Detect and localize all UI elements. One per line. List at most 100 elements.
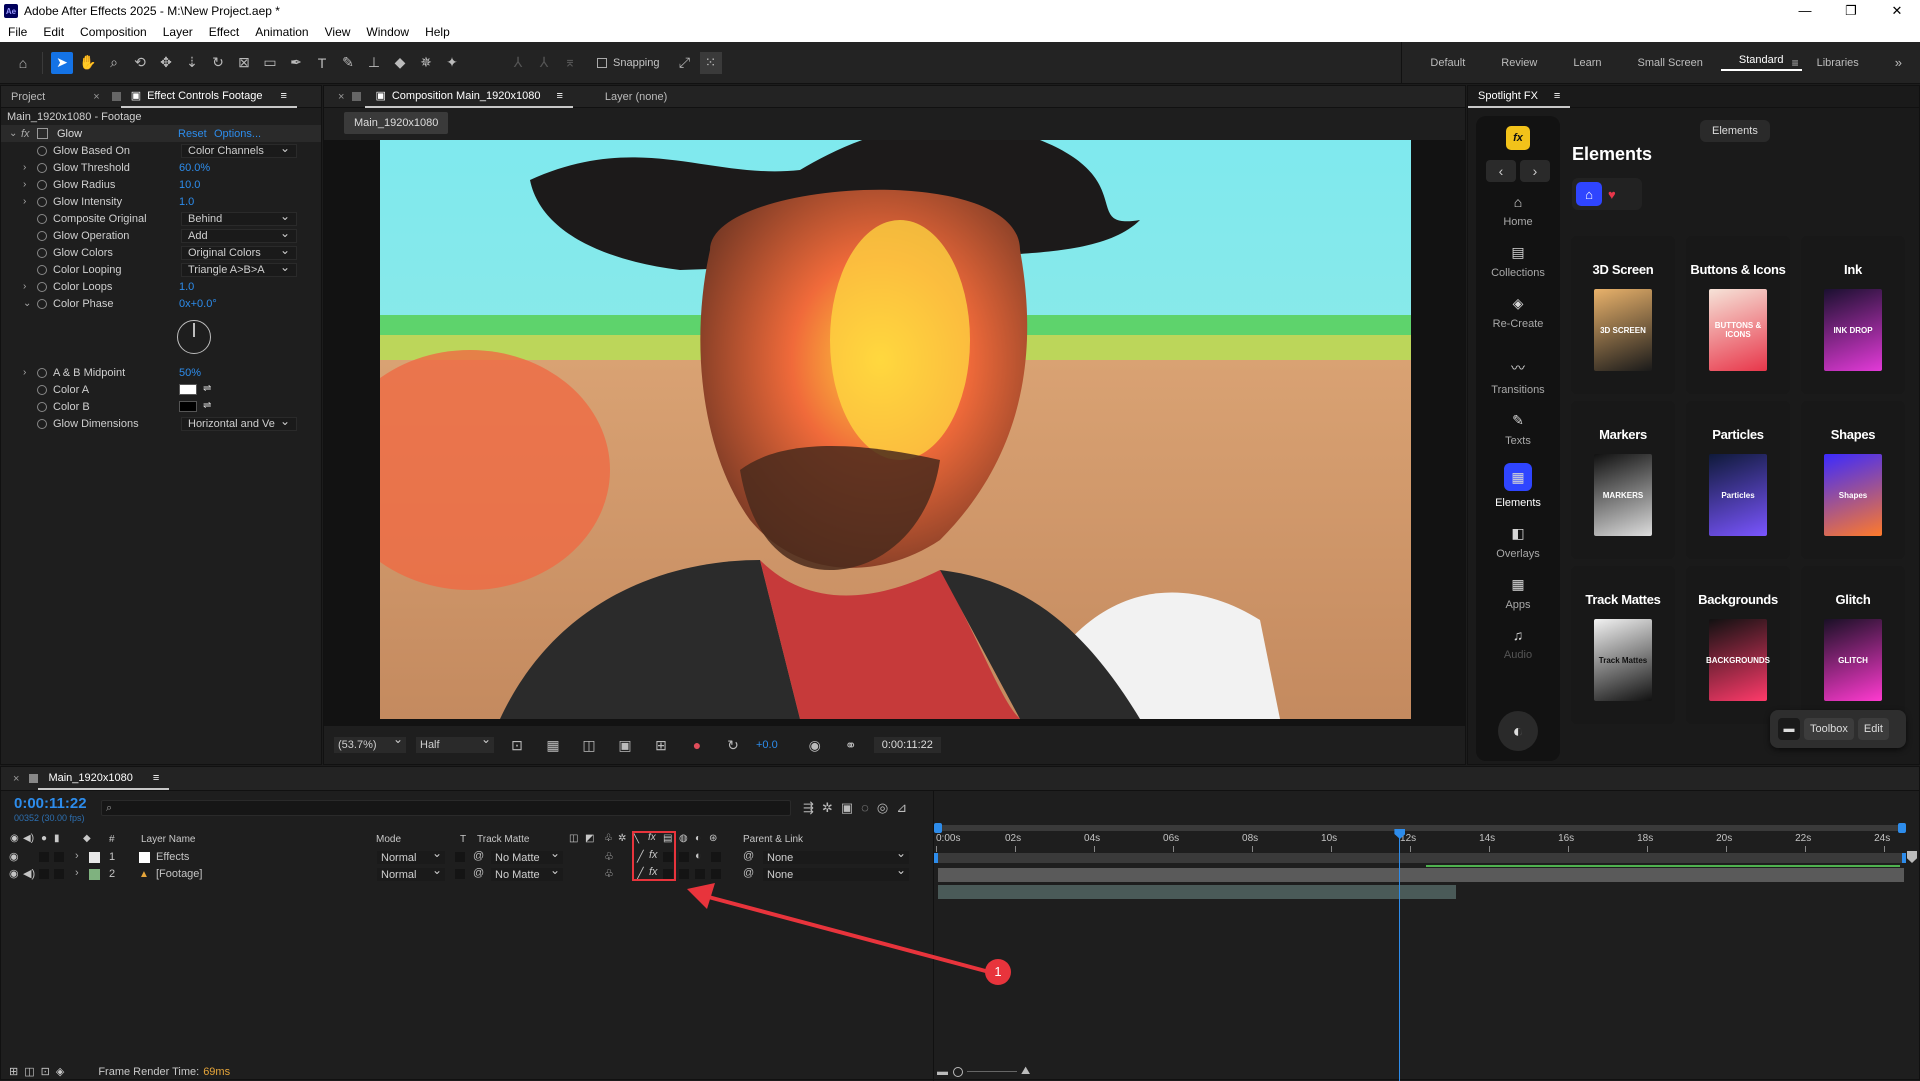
tab-spotlight-fx[interactable]: Spotlight FX ≡: [1468, 86, 1571, 108]
property-row[interactable]: › Glow Intensity 1.0: [1, 193, 321, 210]
sidebar-item-transitions[interactable]: 〰 Transitions: [1483, 358, 1553, 396]
snap-option-icon[interactable]: ⤢: [674, 52, 696, 74]
property-row[interactable]: Color A ⇌: [1, 381, 321, 398]
world-axis-icon[interactable]: ⅄: [533, 52, 555, 74]
close-icon[interactable]: ×: [338, 91, 344, 103]
zoom-tool-icon[interactable]: ⌕: [103, 52, 125, 74]
resolution-dropdown[interactable]: Half: [416, 732, 494, 753]
menu-composition[interactable]: Composition: [72, 25, 155, 39]
stopwatch-icon[interactable]: [37, 196, 47, 207]
snapping-checkbox[interactable]: [597, 57, 607, 68]
pen-tool-icon[interactable]: ✒: [285, 52, 307, 74]
color-channels-icon[interactable]: ●: [686, 734, 708, 756]
property-row[interactable]: Glow Operation Add: [1, 226, 321, 244]
element-card[interactable]: Shapes Shapes: [1801, 401, 1905, 559]
render-icon[interactable]: ⊞: [9, 1065, 18, 1078]
show-snapshot-icon[interactable]: ⚭: [840, 734, 862, 756]
zoom-dropdown[interactable]: (53.7%): [334, 732, 406, 753]
effect-glow-row[interactable]: ⌄ fx Glow Reset Options...: [1, 125, 321, 142]
property-dropdown[interactable]: Triangle A>B>A: [181, 260, 297, 277]
sidebar-item-texts[interactable]: ✎ Texts: [1483, 412, 1553, 447]
toggle-in-out-icon[interactable]: ◈: [56, 1065, 64, 1078]
property-dropdown[interactable]: Add: [181, 226, 297, 243]
element-card[interactable]: 3D Screen 3D SCREEN: [1571, 236, 1675, 394]
zoom-slider-knob[interactable]: [953, 1066, 963, 1077]
stopwatch-icon[interactable]: [37, 281, 47, 292]
color-phase-dial[interactable]: [177, 320, 211, 354]
nav-back-button[interactable]: ‹: [1486, 160, 1516, 182]
nav-forward-button[interactable]: ›: [1520, 160, 1550, 182]
menu-help[interactable]: Help: [417, 25, 458, 39]
property-row[interactable]: › A & B Midpoint 50%: [1, 364, 321, 381]
roto-brush-tool-icon[interactable]: ✵: [415, 52, 437, 74]
workspace-review[interactable]: Review: [1483, 57, 1555, 69]
sidebar-item-collections[interactable]: ▤ Collections: [1483, 244, 1553, 279]
property-value[interactable]: 1.0: [179, 196, 194, 208]
property-row[interactable]: › Color Loops 1.0: [1, 278, 321, 295]
reset-exposure-icon[interactable]: ↻: [722, 734, 744, 756]
toggle-modes-icon[interactable]: ⊡: [41, 1065, 50, 1078]
selection-tool-icon[interactable]: ➤: [51, 51, 73, 74]
rectangle-tool-icon[interactable]: ▭: [259, 52, 281, 74]
menu-file[interactable]: File: [0, 25, 35, 39]
eyedropper-icon[interactable]: ⇌: [203, 400, 211, 411]
property-dropdown[interactable]: Original Colors: [181, 243, 297, 260]
menu-view[interactable]: View: [317, 25, 359, 39]
workspace-libraries[interactable]: Libraries: [1799, 57, 1877, 69]
options-link[interactable]: Options...: [214, 128, 261, 140]
elements-tab-button[interactable]: Elements: [1700, 120, 1770, 142]
property-row[interactable]: Glow Based On Color Channels: [1, 141, 321, 159]
color-swatch[interactable]: [179, 401, 197, 412]
stopwatch-icon[interactable]: [37, 264, 47, 275]
user-avatar[interactable]: ◐: [1498, 711, 1538, 751]
menu-window[interactable]: Window: [358, 25, 417, 39]
chevron-right-icon[interactable]: ›: [23, 281, 26, 292]
tab-project[interactable]: Project ×: [1, 91, 110, 103]
home-icon[interactable]: ⌂: [12, 52, 34, 74]
element-card[interactable]: Glitch GLITCH: [1801, 566, 1905, 724]
sidebar-item-home[interactable]: ⌂ Home: [1483, 194, 1553, 228]
composition-viewer[interactable]: [324, 140, 1465, 726]
guides-icon[interactable]: ▣: [614, 734, 636, 756]
property-row[interactable]: Color Looping Triangle A>B>A: [1, 260, 321, 278]
toolbox-button[interactable]: Toolbox: [1804, 718, 1854, 740]
property-dropdown[interactable]: Horizontal and Ve: [181, 414, 297, 431]
close-button[interactable]: ✕: [1874, 3, 1920, 19]
element-card[interactable]: Ink INK DROP: [1801, 236, 1905, 394]
current-time-display[interactable]: 0:00:11:22: [873, 737, 941, 753]
orbit-tool-icon[interactable]: ⟲: [129, 52, 151, 74]
mask-path-icon[interactable]: ◫: [578, 734, 600, 756]
chevron-right-icon[interactable]: ›: [23, 196, 26, 207]
element-card[interactable]: Particles Particles: [1686, 401, 1790, 559]
panel-menu-icon[interactable]: ≡: [1554, 90, 1560, 102]
eraser-tool-icon[interactable]: ◆: [389, 52, 411, 74]
zoom-out-icon[interactable]: ▬: [937, 1066, 948, 1078]
stopwatch-icon[interactable]: [37, 367, 47, 378]
pan-tool-icon[interactable]: ✥: [155, 52, 177, 74]
chevron-right-icon[interactable]: ›: [23, 162, 26, 173]
element-card[interactable]: Markers MARKERS: [1571, 401, 1675, 559]
snapshot-icon[interactable]: ◉: [804, 734, 826, 756]
exposure-value[interactable]: +0.0: [756, 739, 778, 751]
sidebar-item-apps[interactable]: ▦ Apps: [1483, 576, 1553, 611]
sidebar-item-elements[interactable]: ▦ Elements: [1483, 463, 1553, 509]
property-value[interactable]: 10.0: [179, 179, 200, 191]
property-row[interactable]: Glow Colors Original Colors: [1, 243, 321, 261]
menu-animation[interactable]: Animation: [247, 25, 316, 39]
stopwatch-icon[interactable]: [37, 213, 47, 224]
local-axis-icon[interactable]: ⅄: [507, 52, 529, 74]
property-value[interactable]: 1.0: [179, 281, 194, 293]
chevron-right-icon[interactable]: ›: [23, 367, 26, 378]
stopwatch-icon[interactable]: [37, 298, 47, 309]
property-row[interactable]: › Glow Radius 10.0: [1, 176, 321, 193]
snap-grid-icon[interactable]: ⁙: [699, 51, 722, 74]
workspace-menu-icon[interactable]: ≡: [1792, 56, 1799, 70]
reset-link[interactable]: Reset: [178, 128, 207, 140]
puppet-pin-tool-icon[interactable]: ✦: [441, 52, 463, 74]
menu-edit[interactable]: Edit: [35, 25, 72, 39]
effect-enable-icon[interactable]: [37, 128, 48, 139]
panel-menu-icon[interactable]: ≡: [556, 90, 562, 102]
home-filter-icon[interactable]: ⌂: [1576, 182, 1602, 206]
transparency-grid-icon[interactable]: ▦: [542, 734, 564, 756]
clone-stamp-tool-icon[interactable]: ⊥: [363, 52, 385, 74]
